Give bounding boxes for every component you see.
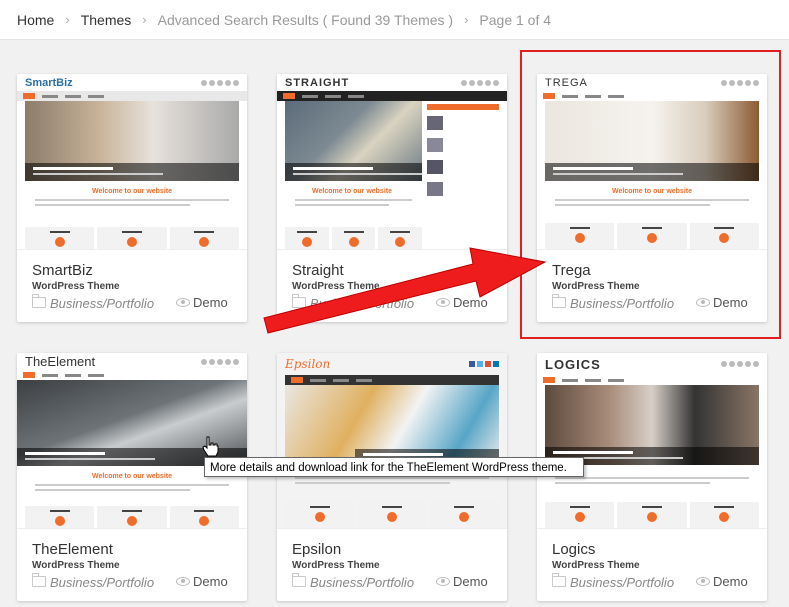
hand-cursor-icon xyxy=(202,436,219,457)
tooltip: More details and download link for the T… xyxy=(204,457,584,477)
red-arrow-icon xyxy=(263,247,547,334)
